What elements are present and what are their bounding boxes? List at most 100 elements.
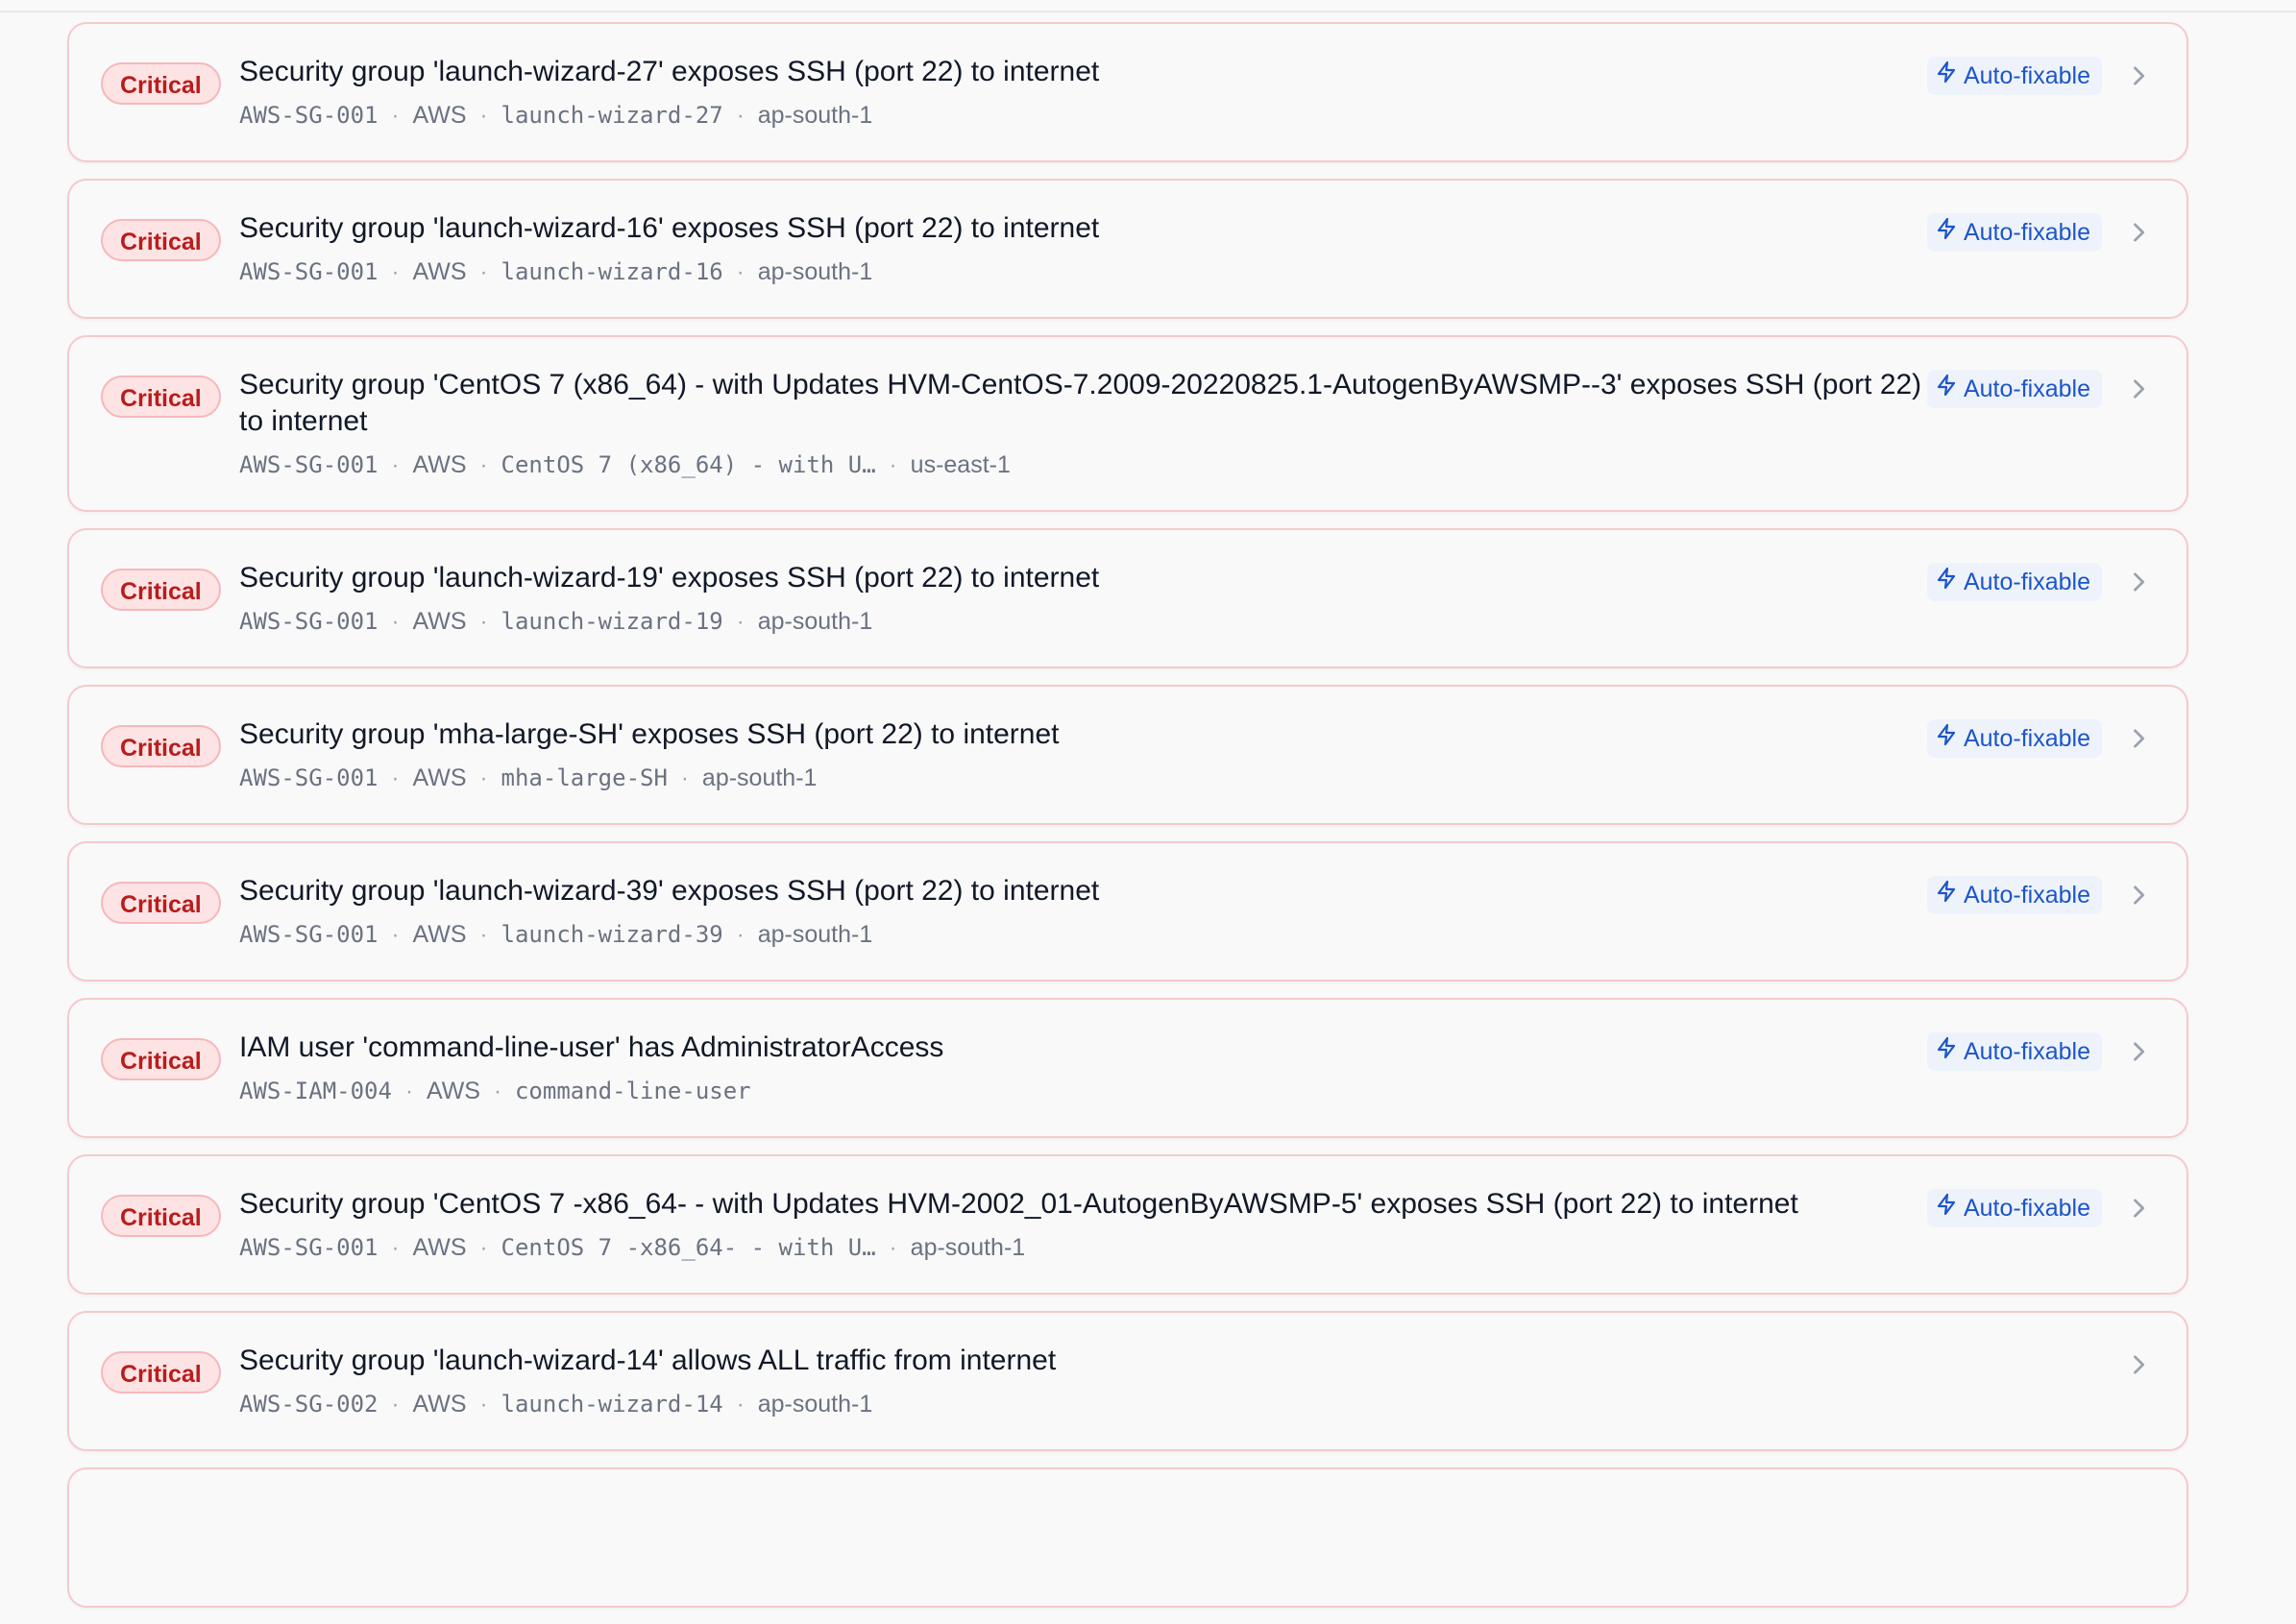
resource-name: launch-wizard-27 [501,102,723,129]
auto-fixable-button[interactable]: Auto-fixable [1926,370,2102,408]
auto-fixable-button[interactable]: Auto-fixable [1926,719,2102,758]
rule-id: AWS-IAM-004 [239,1078,392,1104]
finding-card[interactable]: Critical Security group 'launch-wizard-1… [67,179,2188,319]
chevron-right-icon[interactable] [2125,1038,2152,1065]
resource-name: CentOS 7 -x86_64- - with U… [501,1234,876,1261]
region: ap-south-1 [757,102,873,129]
finding-title: Security group 'CentOS 7 (x86_64) - with… [239,369,1922,437]
finding-content: Security group 'CentOS 7 -x86_64- - with… [239,1186,1949,1262]
finding-content: Security group 'mha-large-SH' exposes SS… [239,716,1949,792]
rule-id: AWS-SG-001 [239,1234,379,1261]
finding-title: Security group 'mha-large-SH' exposes SS… [239,718,1060,750]
severity-badge: Critical [101,725,221,767]
chevron-right-icon[interactable] [2125,569,2152,595]
region: ap-south-1 [757,608,873,635]
severity-badge: Critical [101,882,221,924]
auto-fixable-button[interactable]: Auto-fixable [1926,1032,2102,1071]
finding-card[interactable]: Critical IAM user 'command-line-user' ha… [67,998,2188,1138]
provider: AWS [412,102,467,129]
finding-meta: AWS-SG-001 · AWS · launch-wizard-39 · ap-south… [239,921,873,948]
finding-title: Security group 'launch-wizard-39' expose… [239,875,1100,907]
region: ap-south-1 [757,1391,873,1418]
severity-badge: Critical [101,219,221,261]
rule-id: AWS-SG-001 [239,451,379,478]
rule-id: AWS-SG-001 [239,102,379,129]
resource-name: command-line-user [514,1078,751,1104]
top-divider [0,0,2296,12]
finding-card[interactable] [67,1467,2188,1608]
auto-fixable-label: Auto-fixable [1963,1195,2090,1222]
finding-title: Security group 'launch-wizard-27' expose… [239,56,1100,87]
auto-fixable-button[interactable]: Auto-fixable [1926,876,2102,914]
lightning-bolt-icon [1935,719,1958,758]
finding-content: Security group 'CentOS 7 (x86_64) - with… [239,367,1949,479]
severity-badge: Critical [101,376,221,418]
provider: AWS [412,1391,467,1418]
chevron-right-icon[interactable] [2125,1351,2152,1378]
region: ap-south-1 [701,764,818,791]
finding-title: Security group 'CentOS 7 -x86_64- - with… [239,1188,1798,1220]
finding-content: Security group 'launch-wizard-19' expose… [239,560,1949,636]
auto-fixable-button[interactable]: Auto-fixable [1926,213,2102,252]
finding-content: Security group 'launch-wizard-14' allows… [239,1343,1949,1418]
severity-badge: Critical [101,1351,221,1394]
finding-content: Security group 'launch-wizard-16' expose… [239,210,1949,286]
chevron-right-icon[interactable] [2125,219,2152,246]
chevron-right-icon[interactable] [2125,62,2152,89]
finding-title: Security group 'launch-wizard-19' expose… [239,562,1100,594]
auto-fixable-label: Auto-fixable [1963,1038,2090,1065]
resource-name: launch-wizard-39 [501,921,723,948]
rule-id: AWS-SG-002 [239,1391,379,1418]
finding-card[interactable]: Critical Security group 'CentOS 7 (x86_6… [67,335,2188,512]
finding-meta: AWS-SG-001 · AWS · mha-large-SH · ap-south-1 [239,764,818,791]
severity-badge: Critical [101,569,221,611]
finding-title: Security group 'launch-wizard-14' allows… [239,1345,1057,1376]
finding-card[interactable]: Critical Security group 'launch-wizard-1… [67,528,2188,668]
finding-content: Security group 'launch-wizard-39' expose… [239,873,1949,949]
provider: AWS [412,921,467,948]
region: us-east-1 [910,451,1011,478]
rule-id: AWS-SG-001 [239,921,379,948]
finding-meta: AWS-SG-001 · AWS · CentOS 7 -x86_64- - with … [239,1234,1026,1261]
auto-fixable-button[interactable]: Auto-fixable [1926,563,2102,601]
resource-name: launch-wizard-16 [501,258,723,285]
severity-badge: Critical [101,62,221,105]
finding-meta: AWS-SG-001 · AWS · launch-wizard-16 · ap-south… [239,258,873,285]
lightning-bolt-icon [1935,563,1958,601]
lightning-bolt-icon [1935,1032,1958,1071]
finding-card[interactable]: Critical Security group 'launch-wizard-1… [67,1311,2188,1451]
auto-fixable-button[interactable]: Auto-fixable [1926,1189,2102,1227]
chevron-right-icon[interactable] [2125,376,2152,402]
auto-fixable-label: Auto-fixable [1963,62,2090,89]
chevron-right-icon[interactable] [2125,1195,2152,1222]
finding-title: Security group 'launch-wizard-16' expose… [239,212,1100,244]
resource-name: launch-wizard-19 [501,608,723,635]
finding-meta: AWS-SG-002 · AWS · launch-wizard-14 · ap-south… [239,1391,873,1418]
finding-card[interactable]: Critical Security group 'mha-large-SH' e… [67,685,2188,825]
lightning-bolt-icon [1935,57,1958,95]
chevron-right-icon[interactable] [2125,882,2152,909]
region: ap-south-1 [757,258,873,285]
provider: AWS [412,258,467,285]
finding-content: IAM user 'command-line-user' has Adminis… [239,1030,1949,1105]
finding-card[interactable]: Critical Security group 'launch-wizard-2… [67,22,2188,162]
region: ap-south-1 [910,1234,1026,1261]
auto-fixable-button[interactable]: Auto-fixable [1926,57,2102,95]
finding-card[interactable]: Critical Security group 'launch-wizard-3… [67,841,2188,982]
finding-meta: AWS-SG-001 · AWS · launch-wizard-27 · ap-south… [239,102,873,129]
rule-id: AWS-SG-001 [239,608,379,635]
region: ap-south-1 [757,921,873,948]
rule-id: AWS-SG-001 [239,764,379,791]
finding-card[interactable]: Critical Security group 'CentOS 7 -x86_6… [67,1154,2188,1295]
chevron-right-icon[interactable] [2125,725,2152,752]
provider: AWS [426,1078,480,1104]
resource-name: launch-wizard-14 [501,1391,723,1418]
finding-meta: AWS-SG-001 · AWS · launch-wizard-19 · ap-south… [239,608,873,635]
lightning-bolt-icon [1935,213,1958,252]
severity-badge: Critical [101,1038,221,1080]
rule-id: AWS-SG-001 [239,258,379,285]
finding-content: Security group 'launch-wizard-27' expose… [239,54,1949,130]
finding-meta: AWS-SG-001 · AWS · CentOS 7 (x86_64) - with … [239,451,1011,478]
severity-badge: Critical [101,1195,221,1237]
lightning-bolt-icon [1935,876,1958,914]
